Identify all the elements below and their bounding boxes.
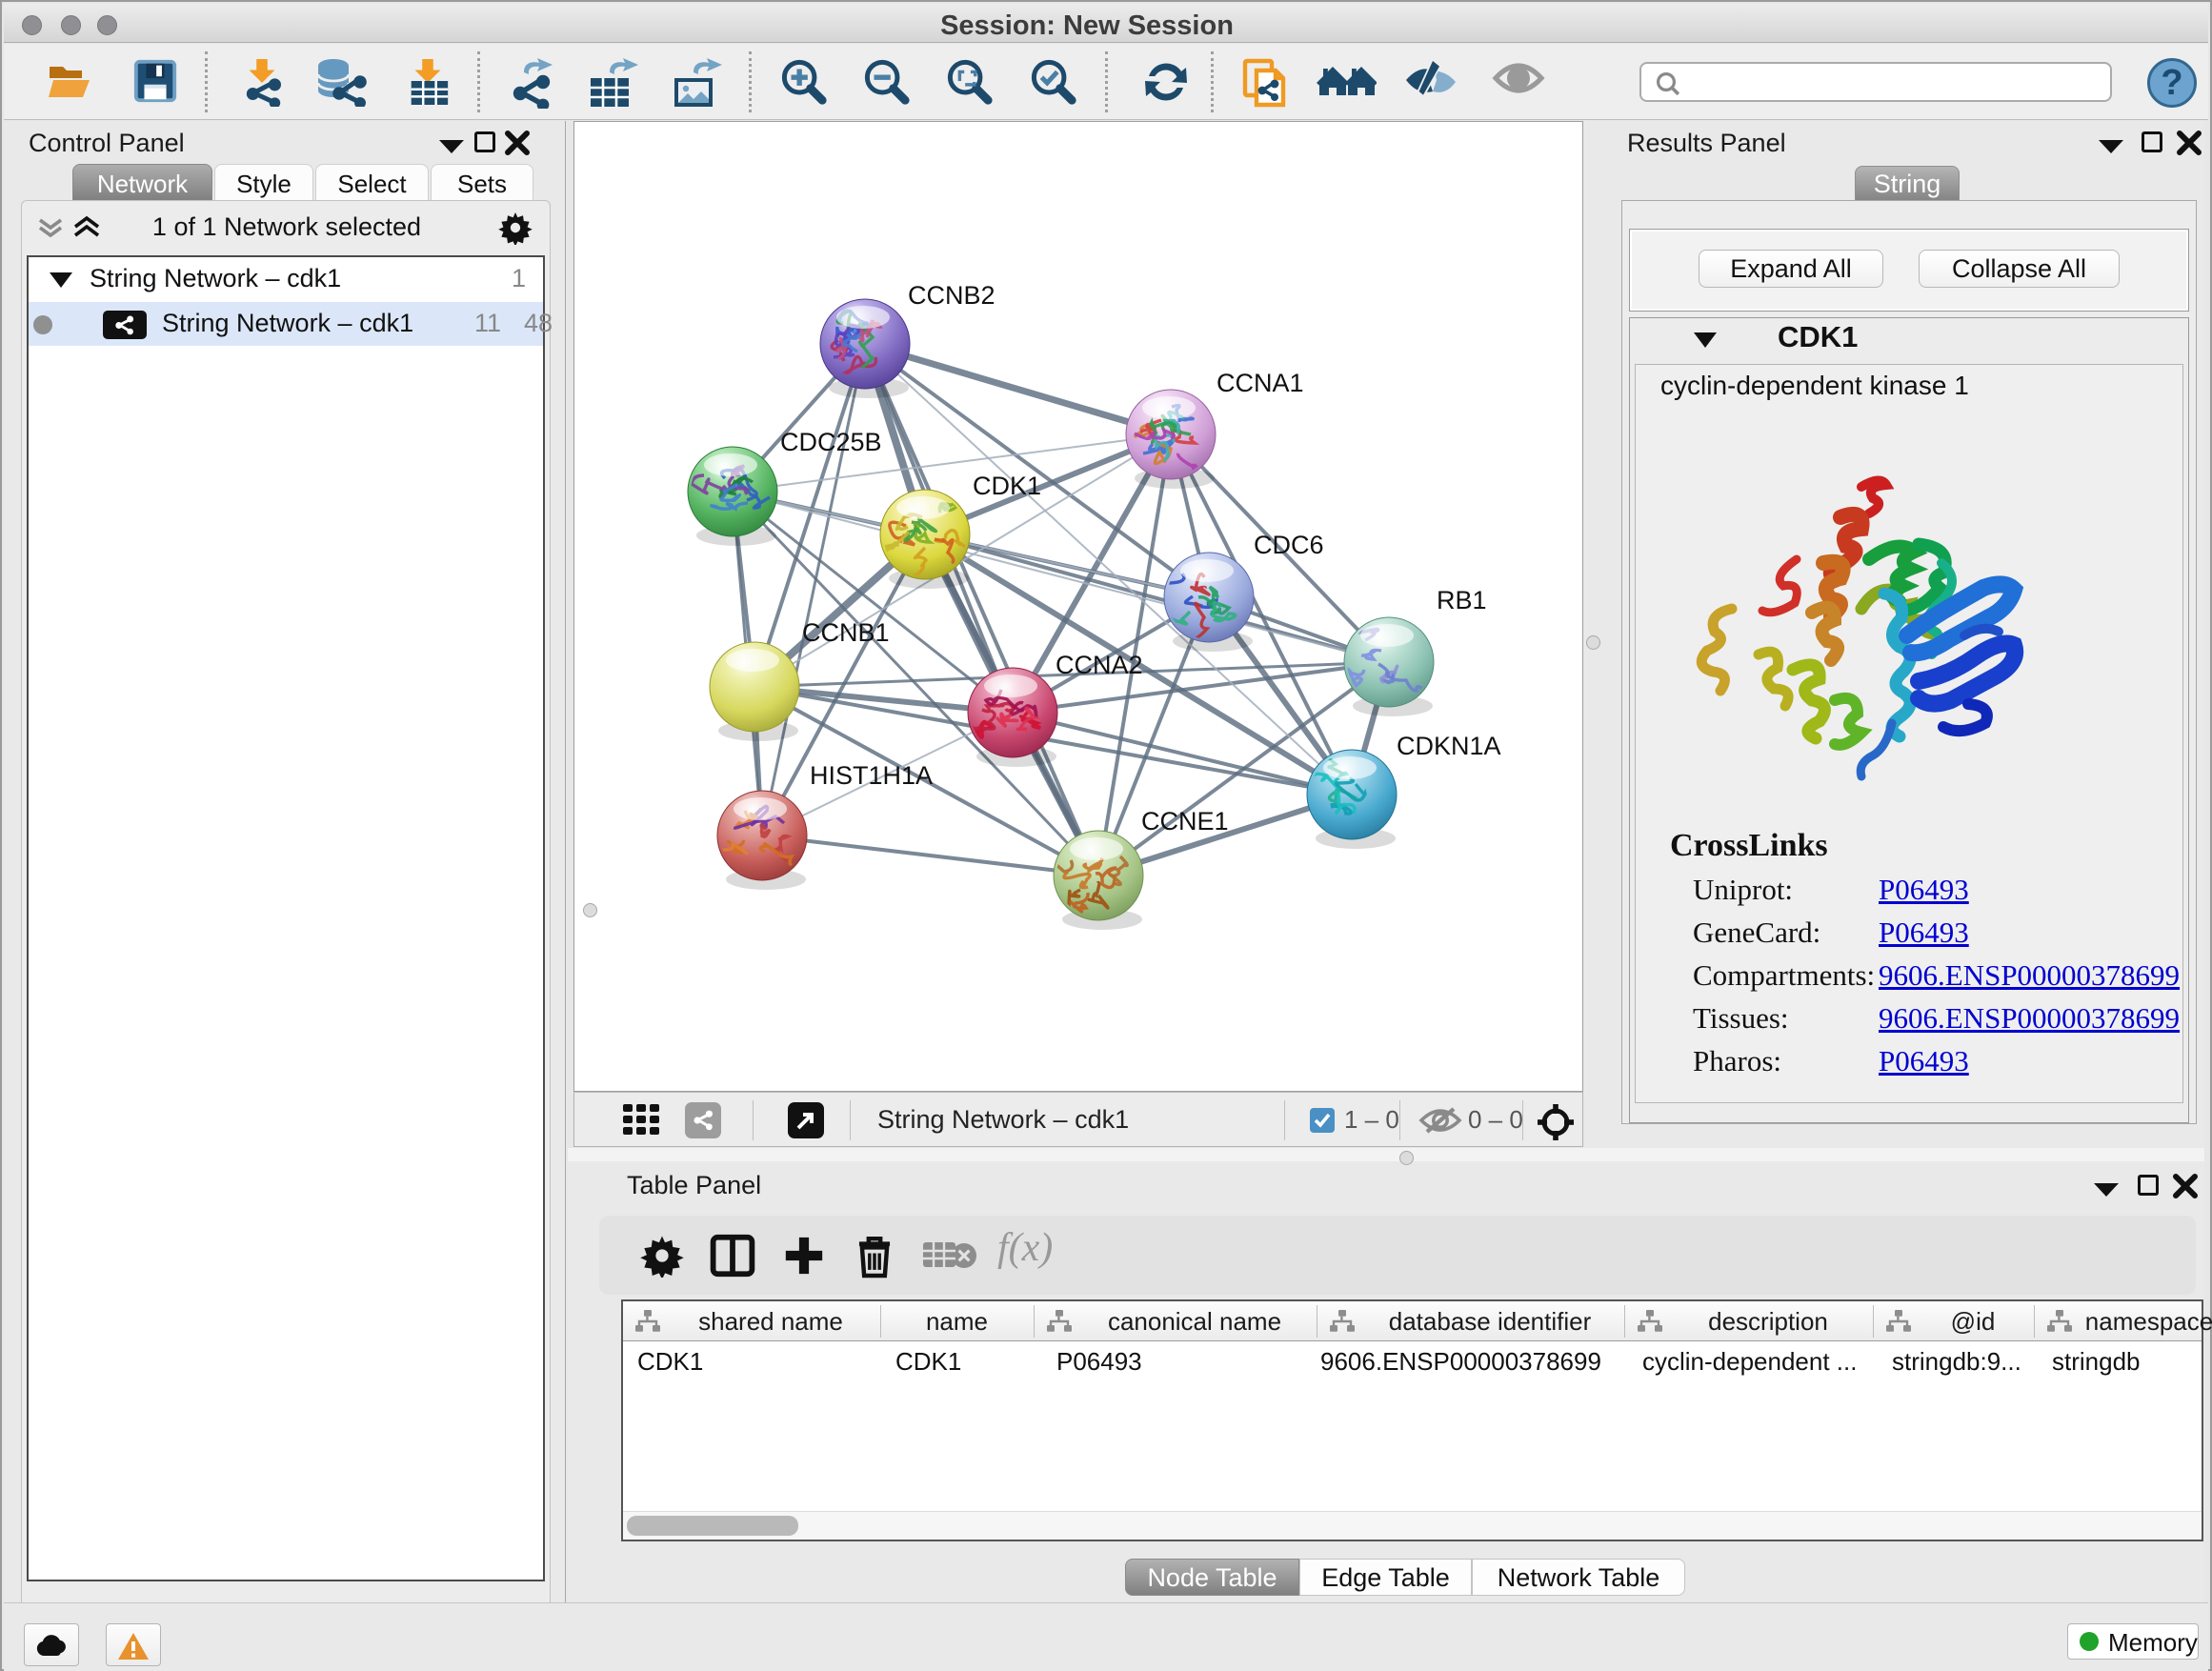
svg-text:CDC6: CDC6 [1254, 531, 1324, 559]
svg-text:RB1: RB1 [1437, 586, 1487, 614]
svg-text:CCNA1: CCNA1 [1217, 369, 1304, 397]
svg-text:CDK1: CDK1 [973, 472, 1041, 500]
svg-text:CCNA2: CCNA2 [1056, 651, 1143, 679]
svg-text:CCNB2: CCNB2 [908, 281, 995, 310]
svg-text:CCNB1: CCNB1 [802, 618, 890, 647]
svg-text:CCNE1: CCNE1 [1141, 807, 1229, 836]
svg-text:CDC25B: CDC25B [780, 428, 882, 456]
svg-text:HIST1H1A: HIST1H1A [810, 761, 933, 790]
svg-text:CDKN1A: CDKN1A [1397, 732, 1501, 760]
